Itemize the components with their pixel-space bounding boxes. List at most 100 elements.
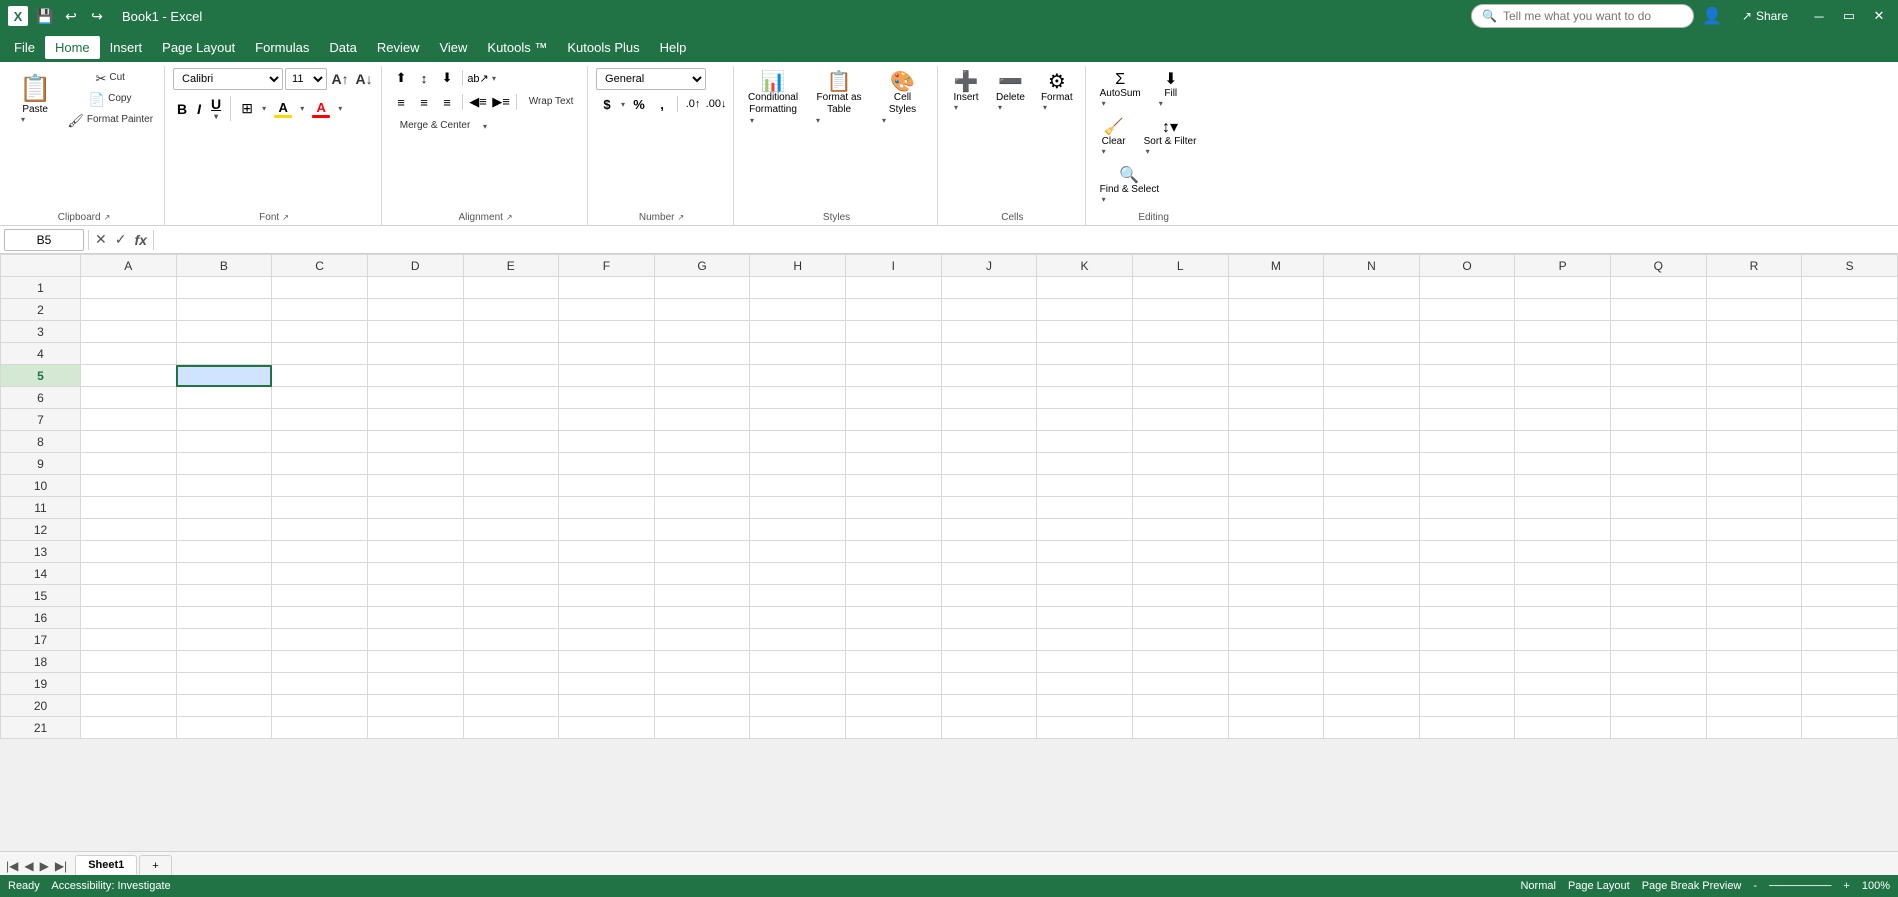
- cell-E7[interactable]: [463, 409, 559, 431]
- align-right-button[interactable]: ≡: [436, 92, 458, 112]
- cell-S21[interactable]: [1802, 717, 1898, 739]
- cell-P4[interactable]: [1515, 343, 1611, 365]
- cell-M20[interactable]: [1228, 695, 1324, 717]
- border-button[interactable]: ⊞: [236, 99, 258, 119]
- cell-R12[interactable]: [1706, 519, 1802, 541]
- cell-N7[interactable]: [1324, 409, 1420, 431]
- cell-Q14[interactable]: [1611, 563, 1707, 585]
- cell-I13[interactable]: [846, 541, 942, 563]
- cell-K3[interactable]: [1037, 321, 1133, 343]
- cell-J14[interactable]: [941, 563, 1037, 585]
- cell-F11[interactable]: [559, 497, 655, 519]
- comma-button[interactable]: ,: [651, 94, 673, 114]
- cell-O19[interactable]: [1419, 673, 1515, 695]
- cell-Q16[interactable]: [1611, 607, 1707, 629]
- menu-data[interactable]: Data: [319, 36, 366, 59]
- cell-I11[interactable]: [846, 497, 942, 519]
- row-header-15[interactable]: 15: [1, 585, 81, 607]
- cell-I10[interactable]: [846, 475, 942, 497]
- paste-button[interactable]: 📋 Paste ▾: [10, 68, 60, 129]
- cell-G2[interactable]: [654, 299, 750, 321]
- cell-P1[interactable]: [1515, 277, 1611, 299]
- cell-G11[interactable]: [654, 497, 750, 519]
- cell-G1[interactable]: [654, 277, 750, 299]
- tell-me-input[interactable]: [1503, 9, 1683, 23]
- cell-L6[interactable]: [1132, 387, 1228, 409]
- cell-R14[interactable]: [1706, 563, 1802, 585]
- cell-H16[interactable]: [750, 607, 846, 629]
- cell-F16[interactable]: [559, 607, 655, 629]
- cell-B2[interactable]: [176, 299, 272, 321]
- cell-H1[interactable]: [750, 277, 846, 299]
- cell-P6[interactable]: [1515, 387, 1611, 409]
- cell-L21[interactable]: [1132, 717, 1228, 739]
- cell-J15[interactable]: [941, 585, 1037, 607]
- cell-Q1[interactable]: [1611, 277, 1707, 299]
- cell-M6[interactable]: [1228, 387, 1324, 409]
- cell-C9[interactable]: [272, 453, 368, 475]
- cell-H10[interactable]: [750, 475, 846, 497]
- cell-I15[interactable]: [846, 585, 942, 607]
- cell-K19[interactable]: [1037, 673, 1133, 695]
- cell-D19[interactable]: [367, 673, 463, 695]
- cell-Q15[interactable]: [1611, 585, 1707, 607]
- cell-M1[interactable]: [1228, 277, 1324, 299]
- cell-J1[interactable]: [941, 277, 1037, 299]
- underline-dropdown[interactable]: ▾: [212, 112, 220, 121]
- row-header-20[interactable]: 20: [1, 695, 81, 717]
- cell-O6[interactable]: [1419, 387, 1515, 409]
- cell-P5[interactable]: [1515, 365, 1611, 387]
- font-expand[interactable]: ↗: [282, 213, 289, 222]
- cell-styles-dropdown[interactable]: ▾: [880, 116, 925, 125]
- cell-P14[interactable]: [1515, 563, 1611, 585]
- cell-N17[interactable]: [1324, 629, 1420, 651]
- cell-B14[interactable]: [176, 563, 272, 585]
- cell-N14[interactable]: [1324, 563, 1420, 585]
- cell-M16[interactable]: [1228, 607, 1324, 629]
- cut-button[interactable]: ✂ Cut: [62, 68, 158, 88]
- cell-K8[interactable]: [1037, 431, 1133, 453]
- cell-B4[interactable]: [176, 343, 272, 365]
- cell-I12[interactable]: [846, 519, 942, 541]
- cell-C14[interactable]: [272, 563, 368, 585]
- cell-H9[interactable]: [750, 453, 846, 475]
- cell-L7[interactable]: [1132, 409, 1228, 431]
- cell-N1[interactable]: [1324, 277, 1420, 299]
- cell-J3[interactable]: [941, 321, 1037, 343]
- cell-I8[interactable]: [846, 431, 942, 453]
- cell-L11[interactable]: [1132, 497, 1228, 519]
- cell-H7[interactable]: [750, 409, 846, 431]
- row-header-2[interactable]: 2: [1, 299, 81, 321]
- cell-A4[interactable]: [81, 343, 177, 365]
- menu-kutools[interactable]: Kutools ™: [477, 36, 557, 59]
- cell-E4[interactable]: [463, 343, 559, 365]
- cell-H20[interactable]: [750, 695, 846, 717]
- cell-E3[interactable]: [463, 321, 559, 343]
- cell-S16[interactable]: [1802, 607, 1898, 629]
- cell-B11[interactable]: [176, 497, 272, 519]
- cell-C15[interactable]: [272, 585, 368, 607]
- sort-dropdown[interactable]: ▾: [1144, 147, 1197, 156]
- cell-R21[interactable]: [1706, 717, 1802, 739]
- cell-B18[interactable]: [176, 651, 272, 673]
- cell-D17[interactable]: [367, 629, 463, 651]
- bold-button[interactable]: B: [173, 99, 191, 119]
- cell-E13[interactable]: [463, 541, 559, 563]
- cell-D1[interactable]: [367, 277, 463, 299]
- row-header-5[interactable]: 5: [1, 365, 81, 387]
- menu-view[interactable]: View: [429, 36, 477, 59]
- fill-color-button[interactable]: A: [270, 98, 296, 120]
- cell-G12[interactable]: [654, 519, 750, 541]
- align-bottom-button[interactable]: ⬇: [436, 68, 458, 88]
- cell-K13[interactable]: [1037, 541, 1133, 563]
- cell-A16[interactable]: [81, 607, 177, 629]
- align-middle-button[interactable]: ↕: [413, 68, 435, 88]
- cell-F21[interactable]: [559, 717, 655, 739]
- col-header-C[interactable]: C: [272, 255, 368, 277]
- cell-S4[interactable]: [1802, 343, 1898, 365]
- share-button[interactable]: ↗ Share: [1730, 6, 1800, 26]
- cell-F2[interactable]: [559, 299, 655, 321]
- col-header-D[interactable]: D: [367, 255, 463, 277]
- cell-R4[interactable]: [1706, 343, 1802, 365]
- cell-H19[interactable]: [750, 673, 846, 695]
